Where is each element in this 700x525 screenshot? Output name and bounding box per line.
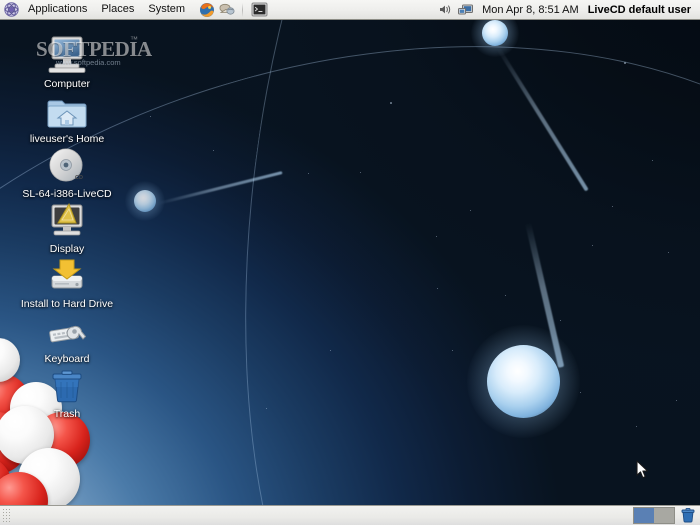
- desktop-icon-layer: Computer SOFTPEDIA ™ www.softpedia.com l…: [0, 20, 700, 505]
- workspace-1[interactable]: [634, 508, 654, 523]
- volume-icon[interactable]: [435, 1, 455, 19]
- panel-separator: [242, 3, 243, 17]
- desktop-screen: Computer SOFTPEDIA ™ www.softpedia.com l…: [0, 0, 700, 525]
- hard-drive-install-icon: [2, 250, 132, 296]
- top-panel: Applications Places System: [0, 0, 700, 20]
- menu-applications[interactable]: Applications: [21, 1, 94, 18]
- menu-system[interactable]: System: [141, 1, 192, 18]
- home-folder-icon: [2, 85, 132, 131]
- notification-tray: Mon Apr 8, 8:51 AM LiveCD default user: [435, 1, 700, 19]
- desktop-icon-livecd[interactable]: CD SL-64-i386-LiveCD: [2, 140, 132, 200]
- svg-text:CD: CD: [75, 175, 83, 181]
- desktop-icon-home[interactable]: liveuser's Home: [2, 85, 132, 145]
- trash-applet[interactable]: [679, 507, 697, 525]
- menu-places[interactable]: Places: [94, 1, 141, 18]
- user-menu[interactable]: LiveCD default user: [586, 4, 695, 16]
- workspace-switcher[interactable]: [633, 507, 675, 524]
- clock[interactable]: Mon Apr 8, 8:51 AM: [475, 4, 586, 16]
- desktop-icon-display[interactable]: Display: [2, 195, 132, 255]
- show-desktop-button[interactable]: [2, 508, 11, 524]
- display-settings-icon: [2, 195, 132, 241]
- scientific-linux-logo-icon[interactable]: [4, 2, 19, 17]
- keyboard-settings-icon: [2, 305, 132, 351]
- workspace-2[interactable]: [654, 508, 674, 523]
- network-icon[interactable]: [455, 1, 475, 19]
- computer-icon: [2, 30, 132, 76]
- desktop-icon-label: Trash: [2, 408, 132, 420]
- bottom-panel: [0, 505, 700, 525]
- desktop-icon-trash[interactable]: Trash: [2, 360, 132, 420]
- evolution-launcher-icon[interactable]: [217, 1, 237, 19]
- desktop-icon-keyboard[interactable]: Keyboard: [2, 305, 132, 365]
- window-list[interactable]: [11, 507, 633, 525]
- terminal-launcher-icon[interactable]: [248, 1, 270, 19]
- firefox-launcher-icon[interactable]: [197, 1, 217, 19]
- desktop-icon-computer[interactable]: Computer: [2, 30, 132, 90]
- trash-icon: [2, 360, 132, 406]
- cd-disc-icon: CD: [2, 140, 132, 186]
- desktop-icon-install[interactable]: Install to Hard Drive: [2, 250, 132, 310]
